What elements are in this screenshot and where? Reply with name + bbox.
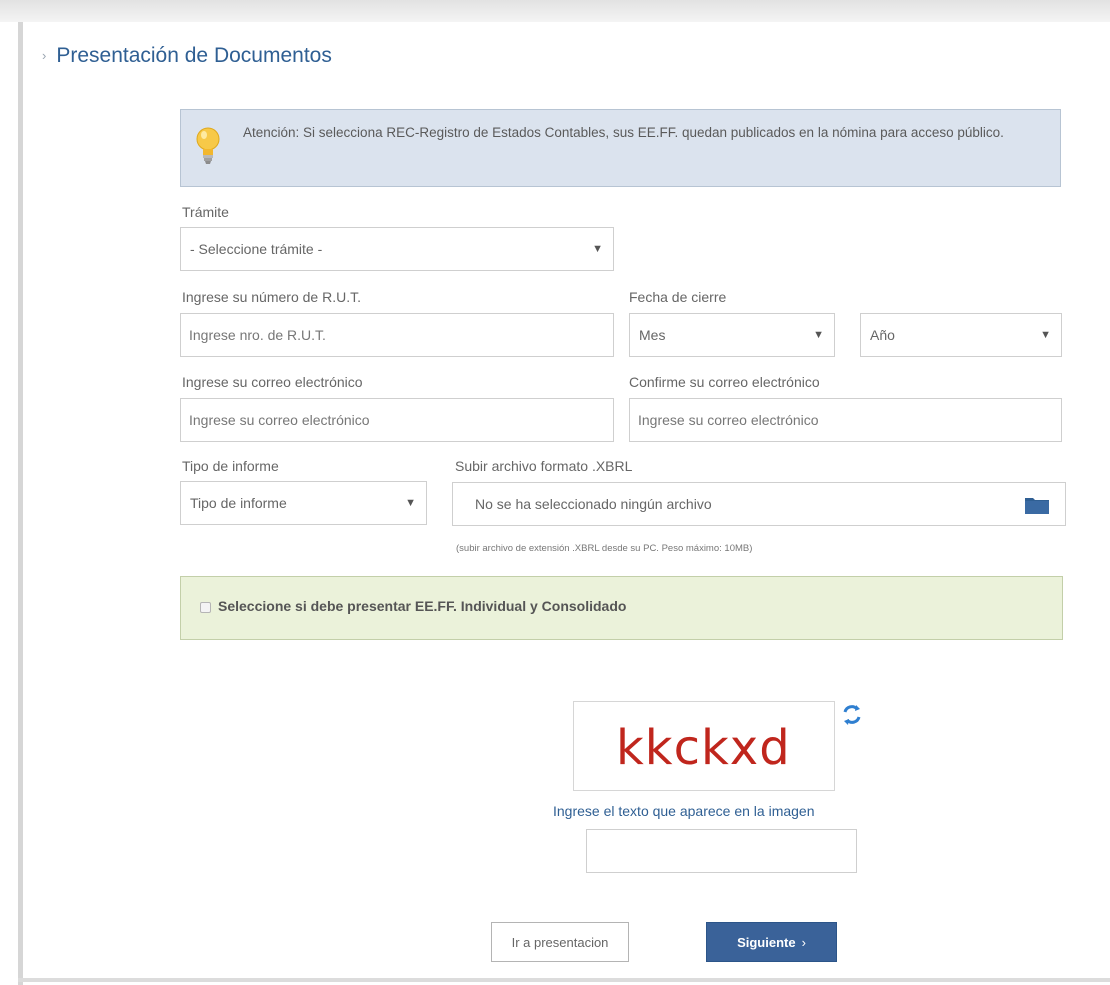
notice-panel: Atención: Si selecciona REC-Registro de … xyxy=(180,109,1061,187)
month-select[interactable]: Mes ▼ xyxy=(629,313,835,357)
captcha-input[interactable] xyxy=(586,829,857,873)
notice-text: Atención: Si selecciona REC-Registro de … xyxy=(243,125,1004,140)
captcha-text: kkckxd xyxy=(616,720,791,776)
refresh-icon[interactable] xyxy=(842,704,862,731)
month-select-value: Mes xyxy=(639,327,666,343)
year-select-value: Año xyxy=(870,327,895,343)
email-confirm-label: Confirme su correo electrónico xyxy=(629,374,820,390)
file-upload-label: Subir archivo formato .XBRL xyxy=(455,458,633,474)
tipo-informe-select[interactable]: Tipo de informe ▼ xyxy=(180,481,427,525)
caret-down-icon: ▼ xyxy=(592,243,603,255)
consolidado-panel: Seleccione si debe presentar EE.FF. Indi… xyxy=(180,576,1063,640)
captcha-label: Ingrese el texto que aparece en la image… xyxy=(553,803,815,819)
fecha-cierre-label: Fecha de cierre xyxy=(629,289,727,305)
caret-down-icon: ▼ xyxy=(1040,329,1051,341)
consolidado-checkbox-label[interactable]: Seleccione si debe presentar EE.FF. Indi… xyxy=(218,598,626,614)
tipo-informe-label: Tipo de informe xyxy=(182,458,279,474)
rut-label: Ingrese su número de R.U.T. xyxy=(182,289,361,305)
window-top-bar xyxy=(0,0,1110,22)
window-bottom-border xyxy=(18,978,1110,982)
file-upload-field[interactable]: No se ha seleccionado ningún archivo xyxy=(452,482,1066,526)
folder-icon[interactable] xyxy=(1025,495,1049,519)
captcha-image: kkckxd xyxy=(573,701,835,791)
chevron-right-icon: › xyxy=(42,48,47,63)
window-left-border xyxy=(18,22,23,985)
tramite-label: Trámite xyxy=(182,204,229,220)
file-upload-hint: (subir archivo de extensión .XBRL desde … xyxy=(456,543,753,554)
consolidado-checkbox[interactable] xyxy=(200,602,211,613)
page-title: › Presentación de Documentos xyxy=(42,44,332,68)
email-input[interactable] xyxy=(180,398,614,442)
email-label: Ingrese su correo electrónico xyxy=(182,374,363,390)
email-confirm-input[interactable] xyxy=(629,398,1062,442)
ir-a-presentacion-button[interactable]: Ir a presentacion xyxy=(491,922,629,962)
chevron-right-icon: › xyxy=(801,934,806,950)
tipo-informe-select-value: Tipo de informe xyxy=(190,495,287,511)
tramite-select-value: - Seleccione trámite - xyxy=(190,241,323,257)
siguiente-button[interactable]: Siguiente › xyxy=(706,922,837,962)
siguiente-button-label: Siguiente xyxy=(737,934,796,950)
tramite-select[interactable]: - Seleccione trámite - ▼ xyxy=(180,227,614,271)
page-title-text: Presentación de Documentos xyxy=(56,44,332,67)
rut-input[interactable] xyxy=(180,313,614,357)
caret-down-icon: ▼ xyxy=(813,329,824,341)
caret-down-icon: ▼ xyxy=(405,497,416,509)
year-select[interactable]: Año ▼ xyxy=(860,313,1062,357)
file-upload-value: No se ha seleccionado ningún archivo xyxy=(475,496,712,512)
lightbulb-icon xyxy=(195,126,221,171)
